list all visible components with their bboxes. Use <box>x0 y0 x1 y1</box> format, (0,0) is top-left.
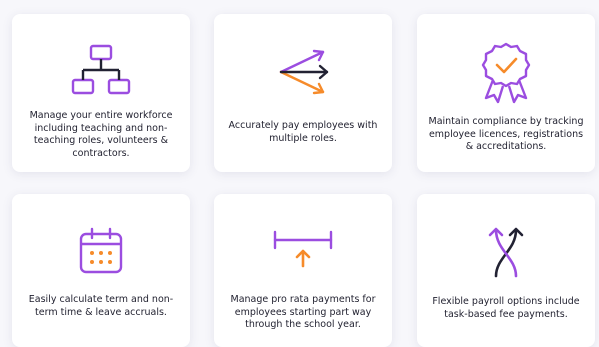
crossing-paths-icon <box>488 227 524 278</box>
feature-card-text: Accurately pay employees with multiple r… <box>228 120 378 144</box>
feature-card-text: Manage your entire workforce including t… <box>29 110 173 159</box>
split-arrows-icon <box>279 49 329 95</box>
feature-card-text: Flexible payroll options include task-ba… <box>432 296 580 320</box>
calendar-icon <box>79 227 123 274</box>
feature-card-text: Manage pro rata payments for employees s… <box>230 294 376 330</box>
feature-card-compliance: Maintain compliance by tracking employee… <box>417 14 595 172</box>
org-chart-icon <box>71 44 131 95</box>
feature-card-accruals: Easily calculate term and non-term time … <box>12 194 190 347</box>
feature-card-workforce: Manage your entire workforce including t… <box>12 14 190 172</box>
pro-rata-range-icon <box>273 230 333 268</box>
feature-card-multiple-roles: Accurately pay employees with multiple r… <box>214 14 392 172</box>
feature-card-text: Easily calculate term and non-term time … <box>28 294 174 318</box>
feature-card-text: Maintain compliance by tracking employee… <box>428 116 584 152</box>
feature-card-payroll-options: Flexible payroll options include task-ba… <box>417 194 595 347</box>
award-ribbon-icon <box>481 42 531 104</box>
feature-card-pro-rata: Manage pro rata payments for employees s… <box>214 194 392 347</box>
